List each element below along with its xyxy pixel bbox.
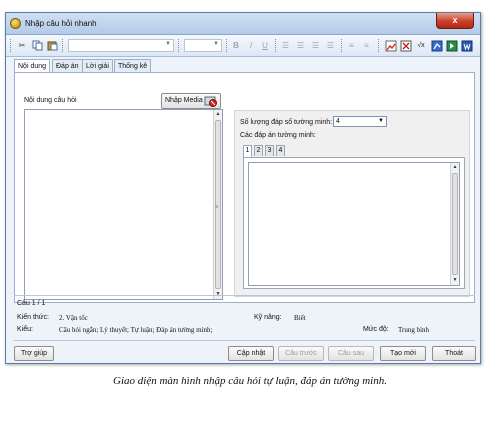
question-content-editor[interactable]: ▲ ≡ ▼: [24, 109, 223, 300]
toolbar-separator: [178, 39, 180, 52]
import-media-button[interactable]: Nhập Media: [161, 93, 221, 109]
question-scrollbar[interactable]: ▲ ≡ ▼: [213, 110, 222, 299]
chart-icon[interactable]: [430, 38, 443, 53]
chevron-down-icon: ▼: [165, 41, 171, 47]
tab-answer[interactable]: Đáp án: [52, 59, 83, 73]
knowledge-label: Kiến thức:: [17, 314, 49, 321]
answer-editor[interactable]: ▲ ▼: [248, 162, 460, 286]
cut-icon[interactable]: ✂: [16, 38, 28, 53]
knowledge-value: 2. Vận tốc: [59, 314, 88, 322]
word-icon[interactable]: [460, 38, 473, 53]
type-label: Kiểu:: [17, 326, 33, 333]
previous-question-button[interactable]: Câu trước: [278, 346, 324, 361]
justify-icon[interactable]: ☰: [325, 38, 336, 53]
help-button[interactable]: Trợ giúp: [14, 346, 54, 361]
paste-icon[interactable]: [46, 38, 58, 53]
underline-button[interactable]: U: [260, 38, 270, 53]
import-media-label: Nhập Media: [165, 97, 203, 104]
toolbar-separator: [275, 39, 277, 52]
toolbar-separator: [62, 39, 64, 52]
align-center-icon[interactable]: ☰: [295, 38, 306, 53]
new-question-button[interactable]: Tạo mới: [380, 346, 426, 361]
italic-button[interactable]: I: [246, 38, 256, 53]
numbered-list-icon[interactable]: ≡: [346, 38, 357, 53]
content-panel: Nội dung câu hỏi Nhập Media ▲ ≡ ▼ Số lượ…: [14, 72, 475, 303]
toolbar: ✂ ▼ ▼ B I U ☰ ☰ ☰ ☰ ≡ ≡ √x: [6, 35, 480, 57]
type-value: Câu hỏi ngắn; Lý thuyết; Tự luận; Đáp án…: [59, 326, 213, 334]
title-bar[interactable]: Nhập câu hỏi nhanh x: [6, 13, 480, 35]
level-label: Mức độ:: [363, 326, 389, 333]
scroll-thumb[interactable]: [452, 173, 458, 275]
answer-tab-4[interactable]: 4: [276, 145, 285, 156]
scroll-up-icon[interactable]: ▲: [451, 163, 459, 172]
bold-button[interactable]: B: [231, 38, 241, 53]
media-icon: [204, 96, 217, 107]
flash-icon[interactable]: [445, 38, 458, 53]
chevron-down-icon: ▼: [213, 41, 219, 47]
font-name-combo[interactable]: ▼: [68, 39, 174, 52]
scroll-up-icon[interactable]: ▲: [214, 110, 222, 119]
window-title: Nhập câu hỏi nhanh: [25, 19, 97, 28]
formula-icon[interactable]: √x: [414, 38, 428, 53]
answer-tab-panel: ▲ ▼: [243, 157, 465, 289]
explicit-answers-label: Các đáp án tường minh:: [240, 132, 316, 139]
toolbar-separator: [341, 39, 343, 52]
exit-button[interactable]: Thoát: [432, 346, 476, 361]
answer-scrollbar[interactable]: ▲ ▼: [450, 163, 459, 285]
tab-statistics[interactable]: Thống kê: [114, 59, 152, 73]
answer-count-value: 4: [336, 118, 340, 125]
copy-icon[interactable]: [31, 38, 43, 53]
answer-tab-3[interactable]: 3: [265, 145, 274, 156]
bullet-list-icon[interactable]: ≡: [361, 38, 372, 53]
close-button[interactable]: x: [436, 13, 474, 29]
skill-value: Biết: [294, 314, 306, 322]
image-icon[interactable]: [384, 38, 397, 53]
table-icon[interactable]: [399, 38, 412, 53]
figure-caption: Giao diện màn hình nhập câu hỏi tự luận,…: [113, 375, 387, 387]
level-value: Trung bình: [398, 326, 430, 334]
align-left-icon[interactable]: ☰: [280, 38, 291, 53]
toolbar-separator: [226, 39, 228, 52]
align-right-icon[interactable]: ☰: [310, 38, 321, 53]
answer-tab-1[interactable]: 1: [243, 145, 252, 157]
answer-count-select[interactable]: 4 ▼: [333, 116, 387, 127]
status-divider: [14, 295, 475, 296]
update-button[interactable]: Cập nhật: [228, 346, 274, 361]
scroll-grip-icon: ≡: [215, 203, 219, 210]
answer-tab-2[interactable]: 2: [254, 145, 263, 156]
chevron-down-icon: ▼: [378, 118, 384, 124]
answer-count-label: Số lượng đáp số tường minh:: [240, 119, 333, 126]
skill-label: Kỹ năng:: [254, 314, 282, 321]
quick-question-window: Nhập câu hỏi nhanh x ✂ ▼ ▼ B I U ☰ ☰ ☰ ☰…: [5, 12, 481, 364]
toolbar-separator: [378, 39, 380, 52]
next-question-button[interactable]: Câu sau: [328, 346, 374, 361]
question-content-label: Nội dung câu hỏi: [24, 97, 77, 104]
button-divider: [14, 340, 475, 341]
tab-solution[interactable]: Lời giải: [82, 59, 113, 73]
scroll-down-icon[interactable]: ▼: [451, 276, 459, 285]
explicit-answers-group: Số lượng đáp số tường minh: 4 ▼ Các đáp …: [234, 110, 470, 297]
font-size-combo[interactable]: ▼: [184, 39, 222, 52]
app-icon: [10, 18, 21, 29]
toolbar-grip[interactable]: [10, 39, 12, 52]
answer-tabs: 1 2 3 4: [243, 145, 303, 157]
question-index: Câu 1 / 1: [17, 300, 46, 307]
